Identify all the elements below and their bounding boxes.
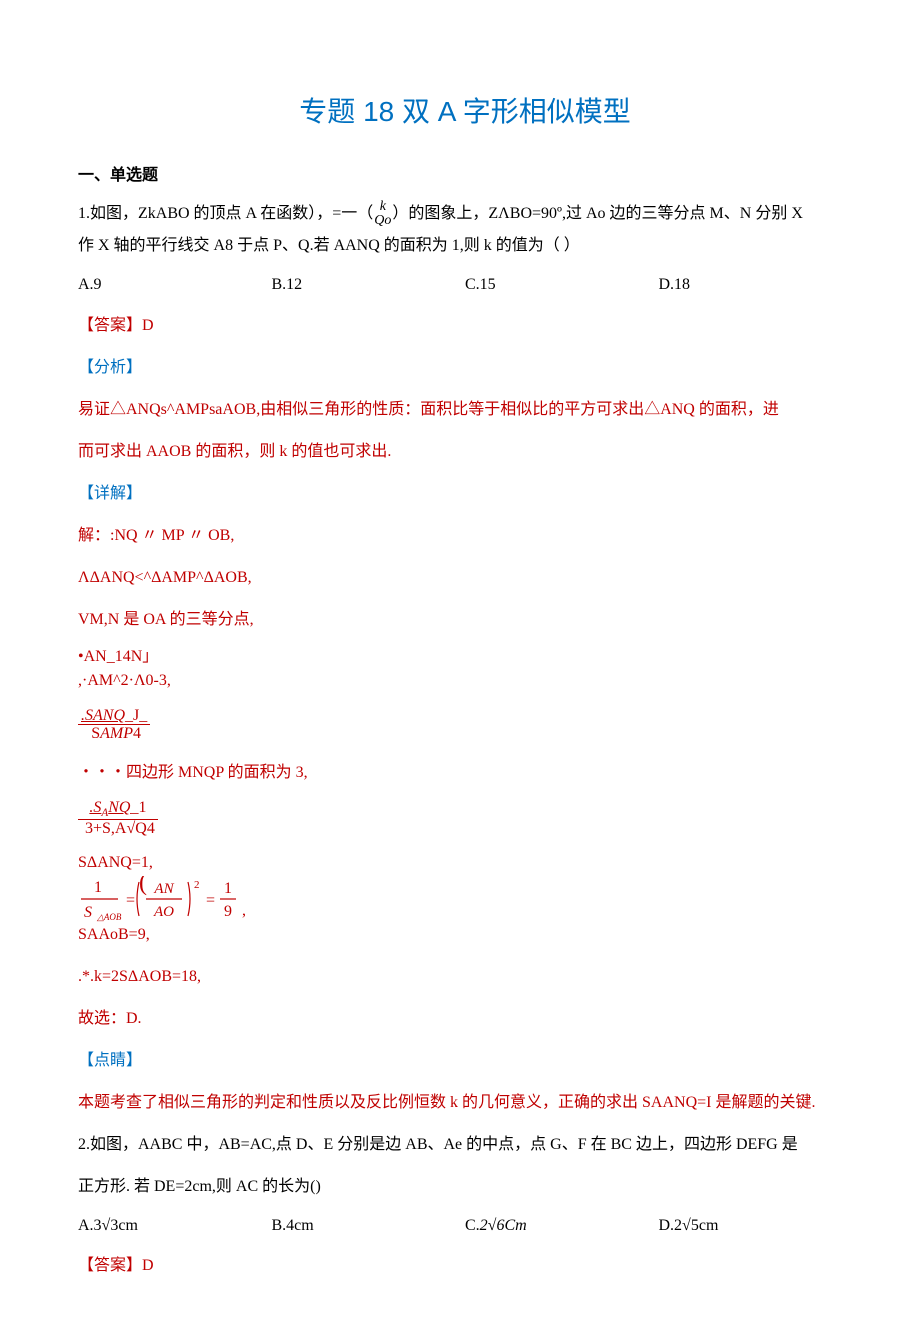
q2-optD: D.2√5cm <box>659 1213 853 1239</box>
q1-d6-den2: 4 <box>133 725 141 742</box>
q1-frac: kQo <box>374 200 391 228</box>
q1-equation-image: 1 S △AOB = ( AN AO 2 = 1 9 , <box>78 876 278 922</box>
q1-answer: 【答案】D <box>78 310 852 342</box>
q1-optD: D.18 <box>659 272 853 298</box>
q1-d11: SAAoB=9, <box>78 924 852 946</box>
q1-stem2: 作 X 轴的平行线交 A8 于点 P、Q.若 AANQ 的面积为 1,则 k 的… <box>78 237 580 254</box>
q1-stem-pre: 1.如图，ZkABO 的顶点 A 在函数），=一（ <box>78 205 373 222</box>
answer-value: D <box>142 317 154 334</box>
svg-text:,: , <box>242 902 246 919</box>
q1-d8-den2: 4 <box>147 820 155 837</box>
answer-label: 【答案】 <box>78 1257 142 1274</box>
q1-d12: .*.k=2SΔAOB=18, <box>78 961 852 993</box>
q2-optC: C.2√6Cm <box>465 1213 659 1239</box>
q1-d8-frac: .SANQ_1 3+S,A√Q4 <box>78 799 852 838</box>
q1-frac-den: Qo <box>374 214 391 228</box>
svg-text:=: = <box>206 892 215 909</box>
q1-options: A.9 B.12 C.15 D.18 <box>78 272 852 298</box>
q2-stem1: 2.如图，AABC 中，AB=AC,点 D、E 分别是边 AB、Ae 的中点，点… <box>78 1129 852 1161</box>
q1-stem: 1.如图，ZkABO 的顶点 A 在函数），=一（kQo）的图象上，ZΛBO=9… <box>78 198 852 262</box>
q1-stem-post: ）的图象上，ZΛBO=90º,过 Ao 边的三等分点 M、N 分别 X <box>392 205 802 222</box>
q1-d8-den-rad: √Q <box>126 820 146 837</box>
svg-text:1: 1 <box>224 880 232 897</box>
q1-analysis-2: 而可求出 AAOB 的面积，则 k 的值也可求出. <box>78 436 852 468</box>
q2-optA: A.3√3cm <box>78 1213 272 1239</box>
q1-d8-den-pre: 3+S,A <box>85 820 126 837</box>
q2-options: A.3√3cm B.4cm C.2√6Cm D.2√5cm <box>78 1213 852 1239</box>
q1-optC: C.15 <box>465 272 659 298</box>
q2-stem2: 正方形. 若 DE=2cm,则 AC 的长为() <box>78 1171 852 1203</box>
svg-text:(: ( <box>139 876 147 896</box>
section-heading: 一、单选题 <box>78 163 852 189</box>
q1-d1: 解：:NQ 〃 MP 〃 OB, <box>78 520 852 552</box>
page-title: 专题 18 双 A 字形相似模型 <box>78 90 852 135</box>
svg-text:AO: AO <box>153 904 174 920</box>
svg-text:2: 2 <box>194 879 200 891</box>
q2-optB: B.4cm <box>272 1213 466 1239</box>
q1-optA: A.9 <box>78 272 272 298</box>
q1-d4b: 4N」 <box>123 648 159 665</box>
svg-text:9: 9 <box>224 903 232 920</box>
answer-value: D <box>142 1257 154 1274</box>
q1-d2: ΛΔANQ<^ΔAMP^ΔAOB, <box>78 562 852 594</box>
svg-text:S: S <box>84 904 92 921</box>
q1-d3: VM,N 是 OA 的三等分点, <box>78 604 852 636</box>
q1-d8-num-a: .SANQ <box>89 799 130 816</box>
q1-d6-num2: _J_ <box>125 707 147 724</box>
q1-d6-frac: .SANQ_J_ SAMP4 <box>78 707 852 743</box>
svg-text:=: = <box>126 892 135 909</box>
q1-d6-den-amp: AMP <box>100 725 133 742</box>
q2-answer: 【答案】D <box>78 1250 852 1282</box>
q1-d8-num2: _1 <box>130 799 146 816</box>
q1-point: 本题考查了相似三角形的判定和性质以及反比例恒数 k 的几何意义，正确的求出 SA… <box>78 1087 852 1119</box>
svg-text:AN: AN <box>153 881 174 897</box>
q1-analysis-label: 【分析】 <box>78 352 852 384</box>
q1-d7: ・・・四边形 MNQP 的面积为 3, <box>78 757 852 789</box>
q1-d6-num: .SANQ <box>81 707 125 724</box>
q1-d9: SΔANQ=1, <box>78 852 852 874</box>
q1-d4: •AN_14N」 <box>78 646 852 668</box>
q1-detail-label: 【详解】 <box>78 478 852 510</box>
answer-label: 【答案】 <box>78 317 142 334</box>
q1-point-label: 【点睛】 <box>78 1045 852 1077</box>
svg-text:△AOB: △AOB <box>96 912 122 922</box>
q1-frac-num: k <box>374 200 391 214</box>
q1-analysis-1: 易证△ANQs^AMPsaAOB,由相似三角形的性质：面积比等于相似比的平方可求… <box>78 394 852 426</box>
q1-d5: ,·AM^2·Λ0-3, <box>78 670 852 692</box>
q1-d13: 故选：D. <box>78 1003 852 1035</box>
q1-d4a: •AN_1 <box>78 648 123 665</box>
svg-text:1: 1 <box>94 879 102 896</box>
q1-optB: B.12 <box>272 272 466 298</box>
